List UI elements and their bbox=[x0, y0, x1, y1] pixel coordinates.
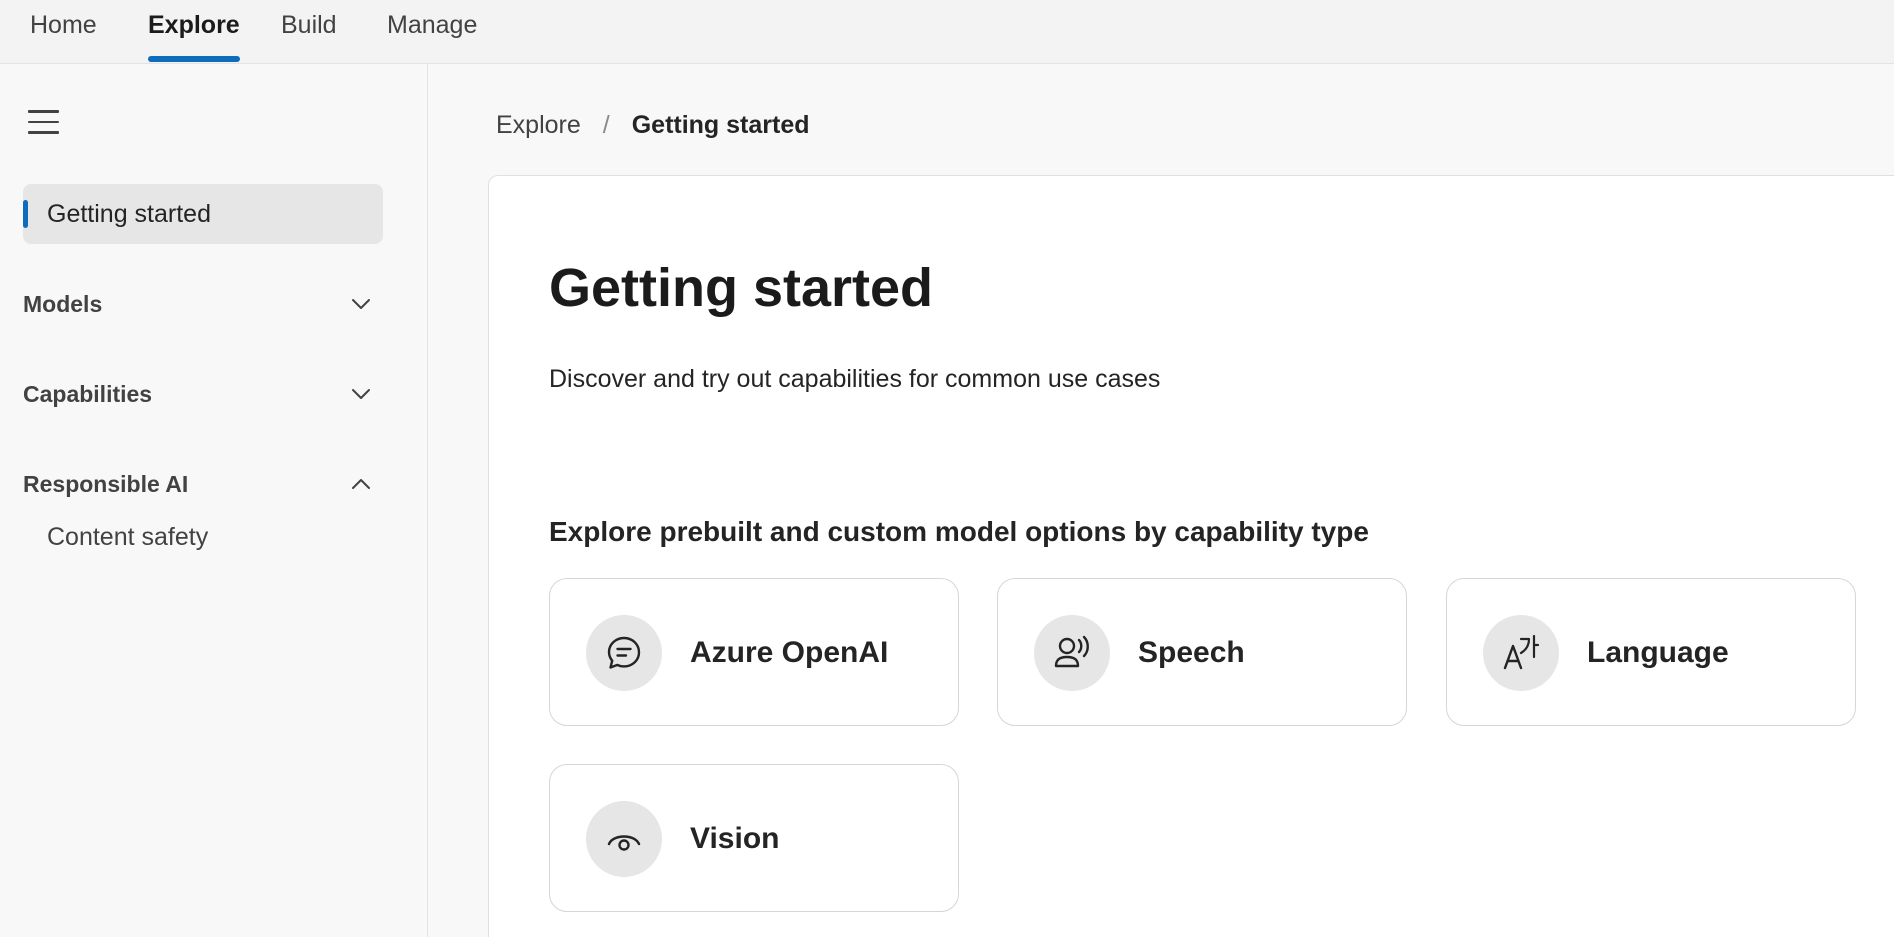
chevron-down-icon bbox=[352, 299, 370, 309]
sidebar: Getting started Models Capabilities Resp… bbox=[0, 64, 428, 937]
sidebar-item-getting-started[interactable]: Getting started bbox=[23, 184, 383, 244]
sidebar-item-content-safety[interactable]: Content safety bbox=[47, 520, 208, 554]
breadcrumb-current: Getting started bbox=[631, 111, 810, 139]
chat-bubble-icon bbox=[586, 615, 662, 691]
person-voice-icon bbox=[1034, 615, 1110, 691]
capability-card-azure-openai[interactable]: Azure OpenAI bbox=[549, 578, 959, 726]
eye-icon bbox=[586, 801, 662, 877]
capability-card-language[interactable]: Language bbox=[1446, 578, 1856, 726]
tab-manage[interactable]: Manage bbox=[387, 0, 477, 64]
capability-card-vision[interactable]: Vision bbox=[549, 764, 959, 912]
capability-card-label: Language bbox=[1587, 636, 1729, 669]
tab-build[interactable]: Build bbox=[281, 0, 337, 64]
page-title: Getting started bbox=[549, 258, 934, 318]
sidebar-section-label: Responsible AI bbox=[23, 471, 189, 497]
sidebar-item-label: Getting started bbox=[47, 200, 211, 228]
breadcrumb-explore-link[interactable]: Explore bbox=[496, 111, 581, 139]
tab-explore[interactable]: Explore bbox=[148, 0, 240, 64]
sidebar-section-models[interactable]: Models bbox=[23, 282, 383, 326]
capability-card-label: Vision bbox=[690, 822, 780, 855]
sidebar-section-responsible-ai[interactable]: Responsible AI bbox=[23, 462, 383, 506]
sidebar-section-label: Models bbox=[23, 291, 103, 317]
page-subtitle: Discover and try out capabilities for co… bbox=[549, 365, 1161, 393]
hamburger-menu-icon[interactable] bbox=[28, 110, 62, 138]
top-navigation: Home Explore Build Manage bbox=[0, 0, 1894, 64]
capability-card-speech[interactable]: Speech bbox=[997, 578, 1407, 726]
chevron-down-icon bbox=[352, 389, 370, 399]
chevron-up-icon bbox=[352, 479, 370, 489]
capability-card-label: Speech bbox=[1138, 636, 1245, 669]
translate-icon bbox=[1483, 615, 1559, 691]
capability-card-label: Azure OpenAI bbox=[690, 636, 889, 669]
sidebar-section-label: Capabilities bbox=[23, 381, 153, 407]
section-heading: Explore prebuilt and custom model option… bbox=[549, 516, 1369, 547]
breadcrumb: Explore / Getting started bbox=[496, 108, 810, 142]
sidebar-section-capabilities[interactable]: Capabilities bbox=[23, 372, 383, 416]
main-content-panel: Getting started Discover and try out cap… bbox=[488, 175, 1894, 937]
tab-home[interactable]: Home bbox=[30, 0, 97, 64]
breadcrumb-separator: / bbox=[602, 111, 610, 139]
